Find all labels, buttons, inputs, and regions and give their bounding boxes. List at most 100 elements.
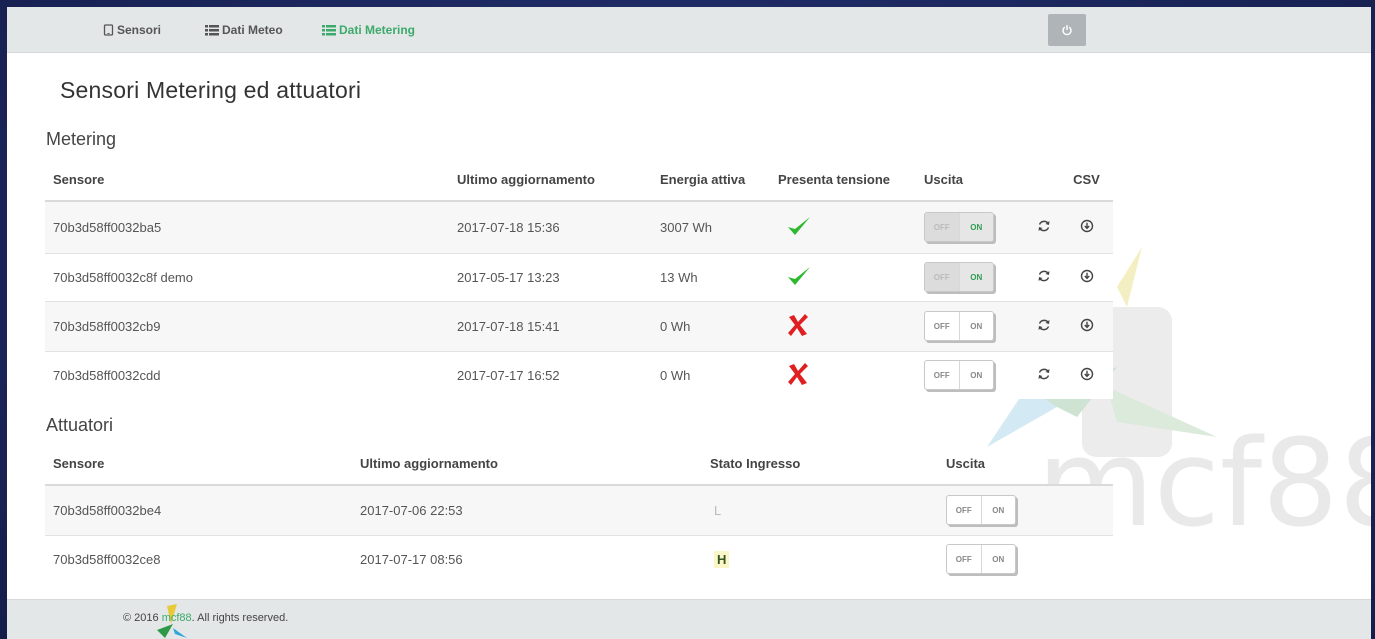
metering-header-row: Sensore Ultimo aggiornamento Energia att… <box>45 159 1113 202</box>
nav-item-dati-meteo[interactable]: Dati Meteo <box>205 23 283 37</box>
tablet-icon <box>103 24 114 36</box>
toggle-on-option[interactable]: ON <box>982 496 1016 524</box>
toggle-off-option[interactable]: OFF <box>925 312 960 340</box>
sensor-id: 70b3d58ff0032c8f demo <box>45 252 457 301</box>
refresh-icon[interactable] <box>1037 367 1051 381</box>
toggle-off-option[interactable]: OFF <box>947 545 982 574</box>
copyright-prefix: © 2016 <box>123 612 162 624</box>
toggle-on-option[interactable]: ON <box>960 361 994 389</box>
output-toggle[interactable]: OFF ON <box>946 544 1016 575</box>
logout-button[interactable] <box>1048 14 1086 46</box>
voltage-status <box>778 200 924 253</box>
toggle-off-option[interactable]: OFF <box>925 361 960 390</box>
toggle-off-option[interactable]: OFF <box>925 263 960 291</box>
actuators-header-row: Sensore Ultimo aggiornamento Stato Ingre… <box>45 443 1113 486</box>
refresh-icon[interactable] <box>1037 269 1051 283</box>
input-state-cell: H <box>710 534 946 583</box>
refresh-icon[interactable] <box>1037 219 1051 233</box>
csv-cell <box>1060 300 1113 351</box>
sensor-id: 70b3d58ff0032cdd <box>45 350 457 399</box>
column-header-ultimo-aggiornamento: Ultimo aggiornamento <box>457 159 660 202</box>
output-toggle[interactable]: OFF ON <box>924 311 994 341</box>
copyright-suffix: . All rights reserved. <box>191 612 289 624</box>
toggle-on-option[interactable]: ON <box>960 312 994 340</box>
actuators-section-title: Attuatori <box>46 415 114 435</box>
app-frame: mcf88 Sensori Dati Meteo Dati Met <box>7 7 1371 639</box>
output-cell: OFF ON <box>946 534 1113 583</box>
refresh-cell <box>1027 200 1060 253</box>
input-state-badge: H <box>714 550 730 568</box>
last-update: 2017-07-18 15:41 <box>457 300 660 351</box>
output-toggle[interactable]: OFF ON <box>924 262 994 292</box>
actuators-table: Sensore Ultimo aggiornamento Stato Ingre… <box>45 443 1113 583</box>
csv-cell <box>1060 252 1113 301</box>
column-header-ultimo-aggiornamento: Ultimo aggiornamento <box>360 443 710 486</box>
list-icon <box>322 25 336 36</box>
list-icon <box>205 25 219 36</box>
column-header-csv: CSV <box>1060 159 1113 202</box>
last-update: 2017-07-06 22:53 <box>360 484 710 535</box>
checkmark-icon <box>788 216 810 235</box>
nav-item-label: Dati Metering <box>339 23 416 37</box>
column-header-uscita: Uscita <box>946 443 1113 486</box>
sensor-id: 70b3d58ff0032ba5 <box>45 200 457 253</box>
output-toggle[interactable]: OFF ON <box>924 360 994 391</box>
nav-item-dati-metering[interactable]: Dati Metering <box>322 23 415 37</box>
refresh-cell <box>1027 300 1060 351</box>
toggle-on-option[interactable]: ON <box>959 263 993 291</box>
power-icon <box>1062 25 1072 36</box>
column-header-sensore: Sensore <box>45 159 457 202</box>
output-toggle[interactable]: OFF ON <box>946 495 1016 526</box>
voltage-status <box>778 300 924 351</box>
refresh-icon[interactable] <box>1037 318 1051 332</box>
table-row: 70b3d58ff0032cdd 2017-07-17 16:52 0 Wh O… <box>45 350 1113 399</box>
output-cell: OFF ON <box>924 252 1027 301</box>
input-state-badge: L <box>714 502 722 518</box>
checkmark-icon <box>788 266 810 285</box>
download-circle-icon[interactable] <box>1080 269 1094 283</box>
last-update: 2017-05-17 13:23 <box>457 252 660 301</box>
column-header-energia-attiva: Energia attiva <box>660 159 778 202</box>
voltage-status <box>778 252 924 301</box>
active-energy: 0 Wh <box>660 300 778 351</box>
toggle-off-option[interactable]: OFF <box>947 496 982 525</box>
column-header-stato-ingresso: Stato Ingresso <box>710 443 946 486</box>
cross-icon <box>788 313 808 336</box>
voltage-status <box>778 350 924 399</box>
brand-link[interactable]: mcf88 <box>162 612 192 624</box>
download-circle-icon[interactable] <box>1080 367 1094 381</box>
column-header-presenta-tensione: Presenta tensione <box>778 159 924 202</box>
output-cell: OFF ON <box>946 484 1113 535</box>
sensor-id: 70b3d58ff0032cb9 <box>45 300 457 351</box>
nav-item-label: Sensori <box>117 23 162 37</box>
active-energy: 0 Wh <box>660 350 778 399</box>
table-row: 70b3d58ff0032cb9 2017-07-18 15:41 0 Wh O… <box>45 300 1113 351</box>
metering-table: Sensore Ultimo aggiornamento Energia att… <box>45 159 1113 399</box>
column-header-sensore: Sensore <box>45 443 360 486</box>
refresh-cell <box>1027 350 1060 399</box>
top-navbar: Sensori Dati Meteo Dati Metering <box>7 7 1371 53</box>
last-update: 2017-07-17 16:52 <box>457 350 660 399</box>
output-cell: OFF ON <box>924 350 1027 399</box>
toggle-off-option[interactable]: OFF <box>925 213 960 242</box>
output-toggle[interactable]: OFF ON <box>924 212 994 243</box>
active-energy: 3007 Wh <box>660 200 778 253</box>
last-update: 2017-07-17 08:56 <box>360 534 710 583</box>
csv-cell <box>1060 350 1113 399</box>
sensor-id: 70b3d58ff0032be4 <box>45 484 360 535</box>
nav-item-sensori[interactable]: Sensori <box>103 23 161 37</box>
column-header-refresh <box>1027 159 1060 202</box>
last-update: 2017-07-18 15:36 <box>457 200 660 253</box>
table-row: 70b3d58ff0032ba5 2017-07-18 15:36 3007 W… <box>45 200 1113 253</box>
cross-icon <box>788 362 808 385</box>
download-circle-icon[interactable] <box>1080 219 1094 233</box>
sensor-id: 70b3d58ff0032ce8 <box>45 534 360 583</box>
output-cell: OFF ON <box>924 200 1027 253</box>
toggle-on-option[interactable]: ON <box>959 213 993 242</box>
copyright-text: © 2016 mcf88. All rights reserved. <box>123 612 288 624</box>
nav-item-label: Dati Meteo <box>222 23 283 37</box>
toggle-on-option[interactable]: ON <box>982 545 1016 573</box>
table-row: 70b3d58ff0032c8f demo 2017-05-17 13:23 1… <box>45 252 1113 301</box>
download-circle-icon[interactable] <box>1080 318 1094 332</box>
table-row: 70b3d58ff0032be4 2017-07-06 22:53 L OFF … <box>45 484 1113 535</box>
